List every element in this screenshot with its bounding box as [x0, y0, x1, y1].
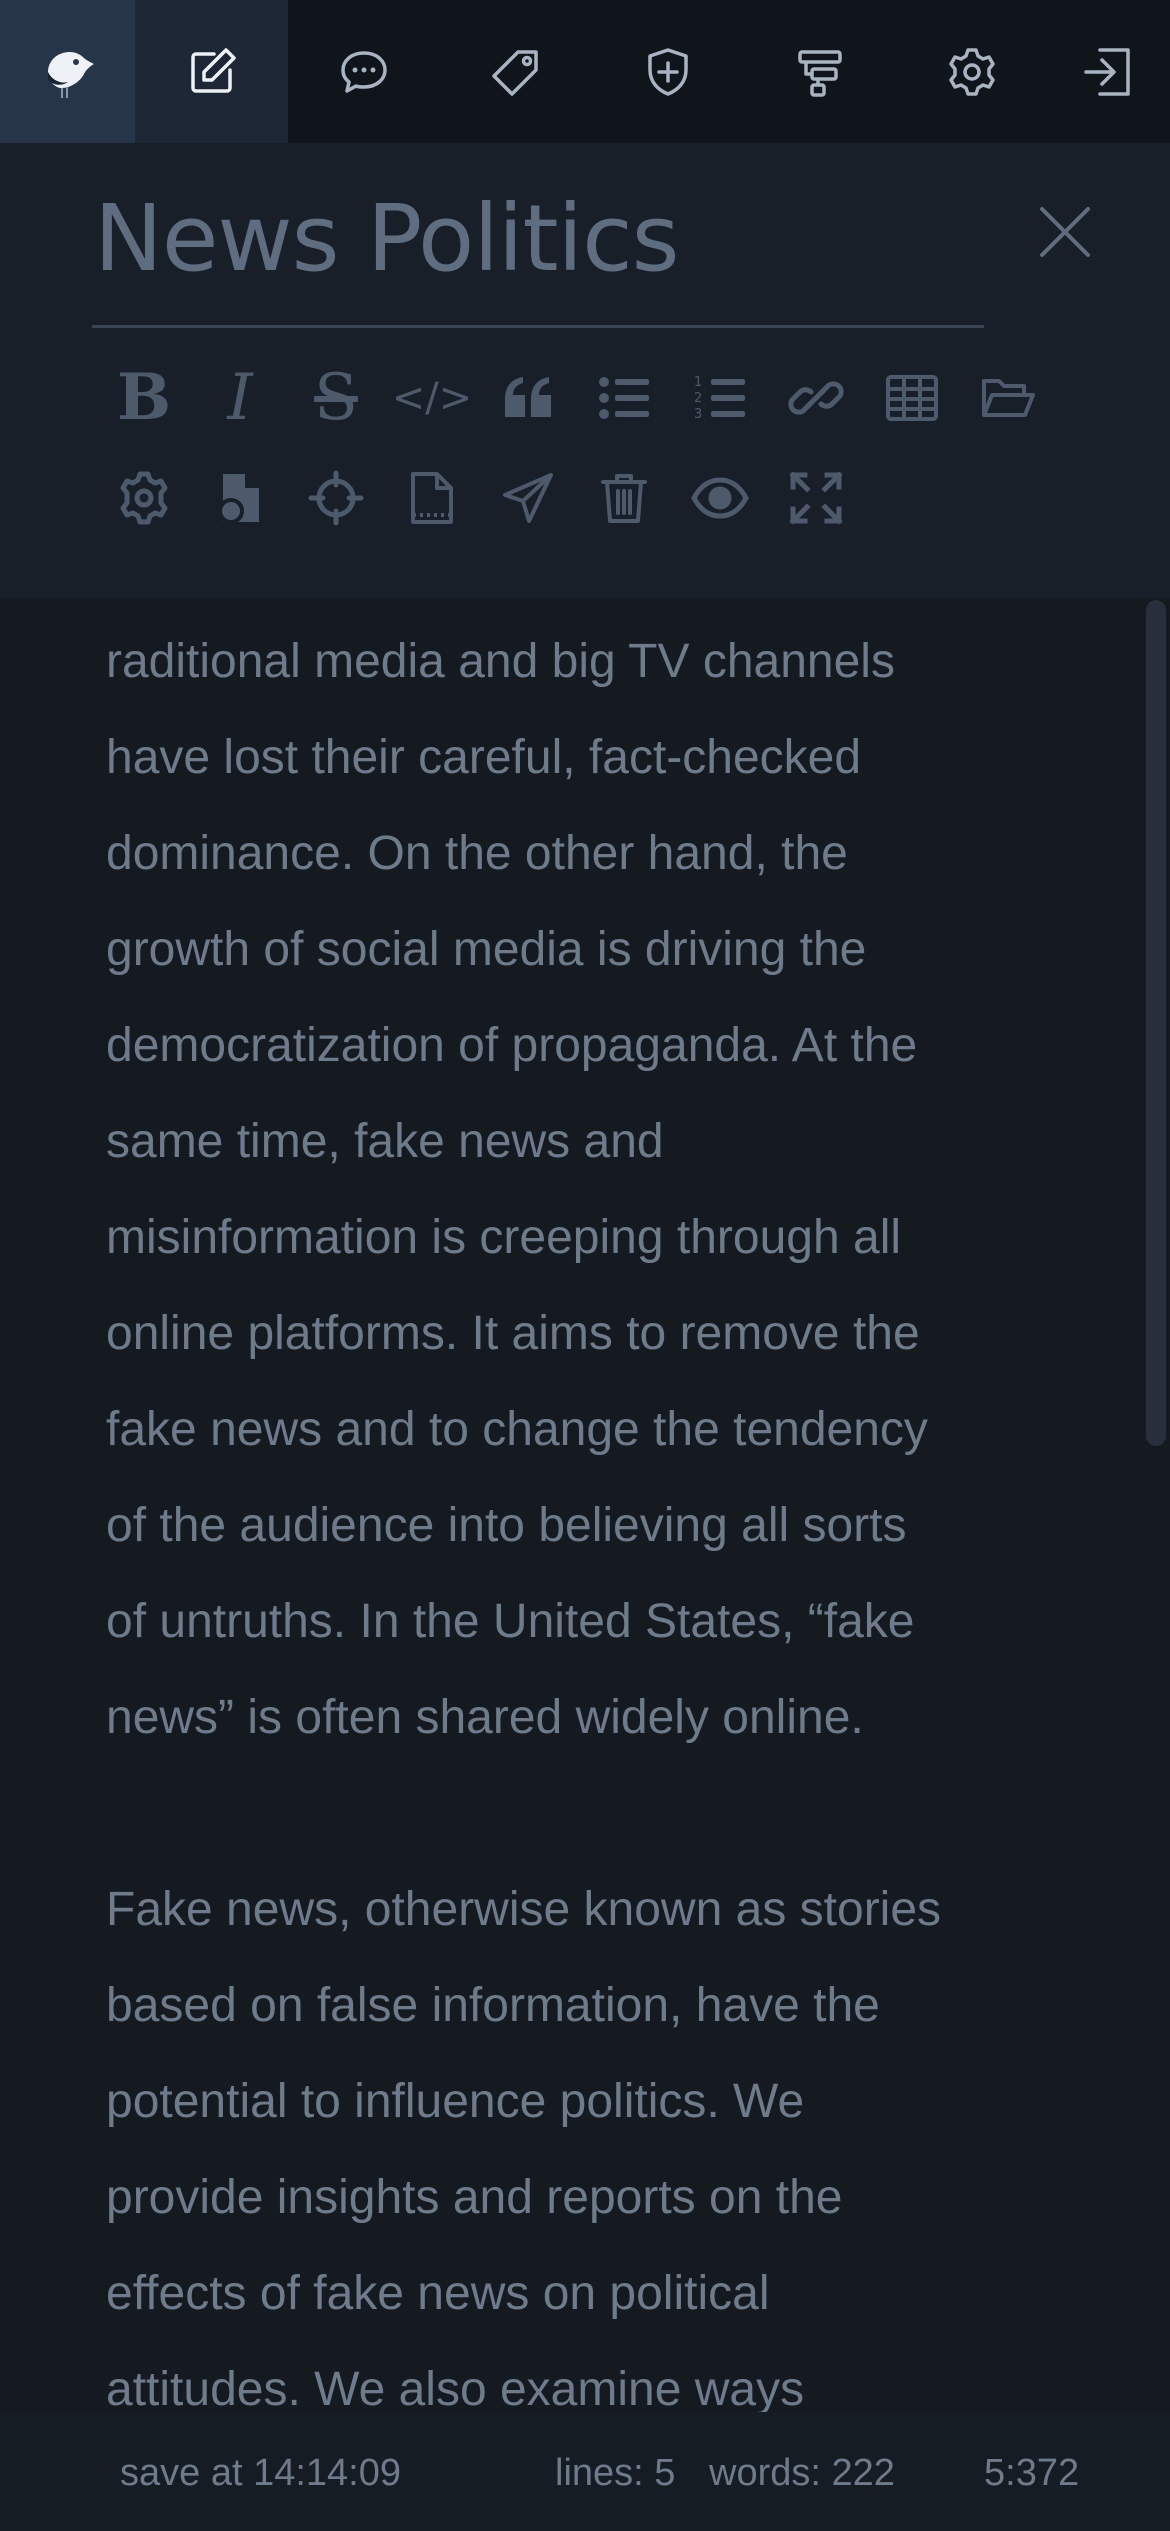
- bird-logo-icon[interactable]: [0, 0, 135, 143]
- italic-button[interactable]: I: [192, 363, 288, 433]
- text-line: potential to influence politics. We: [106, 2075, 805, 2128]
- text-line: of untruths. In the United States, “fake: [106, 1595, 915, 1648]
- shield-plus-icon[interactable]: [592, 0, 744, 143]
- text-line: based on false information, have the: [106, 1979, 880, 2032]
- text-line: news” is often shared widely online.: [106, 1691, 864, 1744]
- editor-content[interactable]: raditional media and big TV channels hav…: [0, 598, 1170, 2412]
- bold-label: B: [116, 360, 172, 435]
- line-count: lines: 5: [555, 2452, 676, 2494]
- text-line: fake news and to change the tendency: [106, 1403, 928, 1456]
- top-nav-bar: [0, 0, 1170, 143]
- bullet-list-icon[interactable]: [576, 363, 672, 433]
- text-line: same time, fake news and: [106, 1115, 664, 1168]
- tag-icon[interactable]: [440, 0, 592, 143]
- text-line: of the audience into believing all sorts: [106, 1499, 907, 1552]
- editor-settings-icon[interactable]: [96, 463, 192, 533]
- cursor-position: 5:372: [984, 2452, 1080, 2494]
- word-count: words: 222: [709, 2452, 895, 2494]
- bold-button[interactable]: B: [96, 363, 192, 433]
- settings-icon[interactable]: [896, 0, 1048, 143]
- page-title[interactable]: News Politics: [94, 185, 680, 292]
- toolbar-row-2: [96, 463, 864, 533]
- text-line: online platforms. It aims to remove the: [106, 1307, 920, 1360]
- crosshair-icon[interactable]: [288, 463, 384, 533]
- quote-icon[interactable]: [480, 363, 576, 433]
- trash-icon[interactable]: [576, 463, 672, 533]
- link-icon[interactable]: [768, 363, 864, 433]
- chat-icon[interactable]: [288, 0, 440, 143]
- text-line: effects of fake news on political: [106, 2267, 770, 2320]
- text-line: have lost their careful, fact-checked: [106, 731, 862, 784]
- svg-text:2: 2: [694, 391, 702, 406]
- edit-icon[interactable]: [135, 0, 288, 143]
- italic-label: I: [227, 361, 253, 435]
- strikethrough-button[interactable]: S: [288, 363, 384, 433]
- text-line: democratization of propaganda. At the: [106, 1019, 918, 1072]
- table-icon[interactable]: [864, 363, 960, 433]
- code-button[interactable]: </>: [384, 363, 480, 433]
- preview-eye-icon[interactable]: [672, 463, 768, 533]
- paragraph-1: raditional media and big TV channels hav…: [106, 614, 1066, 1766]
- sitemap-icon[interactable]: [744, 0, 896, 143]
- code-label: </>: [391, 375, 473, 421]
- numbered-list-icon[interactable]: 1 2 3: [672, 363, 768, 433]
- save-status: save at 14:14:09: [120, 2452, 401, 2494]
- text-line: misinformation is creeping through all: [106, 1211, 902, 1264]
- editor-header: News Politics B I S </> 1 2 3: [0, 143, 1170, 598]
- svg-text:1: 1: [694, 375, 702, 390]
- fullscreen-icon[interactable]: [768, 463, 864, 533]
- text-line: dominance. On the other hand, the: [106, 827, 848, 880]
- status-bar: save at 14:14:09 lines: 5 words: 222 5:3…: [0, 2412, 1170, 2531]
- text-line: Fake news, otherwise known as stories: [106, 1883, 942, 1936]
- text-line: attitudes. We also examine ways: [106, 2363, 805, 2412]
- svg-text:3: 3: [694, 407, 702, 422]
- logout-icon[interactable]: [1048, 0, 1168, 143]
- text-line: raditional media and big TV channels: [106, 635, 895, 688]
- scrollbar-thumb[interactable]: [1146, 600, 1166, 1446]
- text-line: provide insights and reports on the: [106, 2171, 843, 2224]
- strikethrough-label: S: [314, 361, 358, 435]
- file-dashed-icon[interactable]: [384, 463, 480, 533]
- send-icon[interactable]: [480, 463, 576, 533]
- text-line: growth of social media is driving the: [106, 923, 867, 976]
- toolbar-row-1: B I S </> 1 2 3: [96, 363, 1056, 433]
- close-icon[interactable]: [1036, 203, 1094, 261]
- paragraph-2: Fake news, otherwise known as stories ba…: [106, 1862, 1066, 2412]
- folder-open-icon[interactable]: [960, 363, 1056, 433]
- file-image-icon[interactable]: [192, 463, 288, 533]
- title-divider: [92, 325, 984, 328]
